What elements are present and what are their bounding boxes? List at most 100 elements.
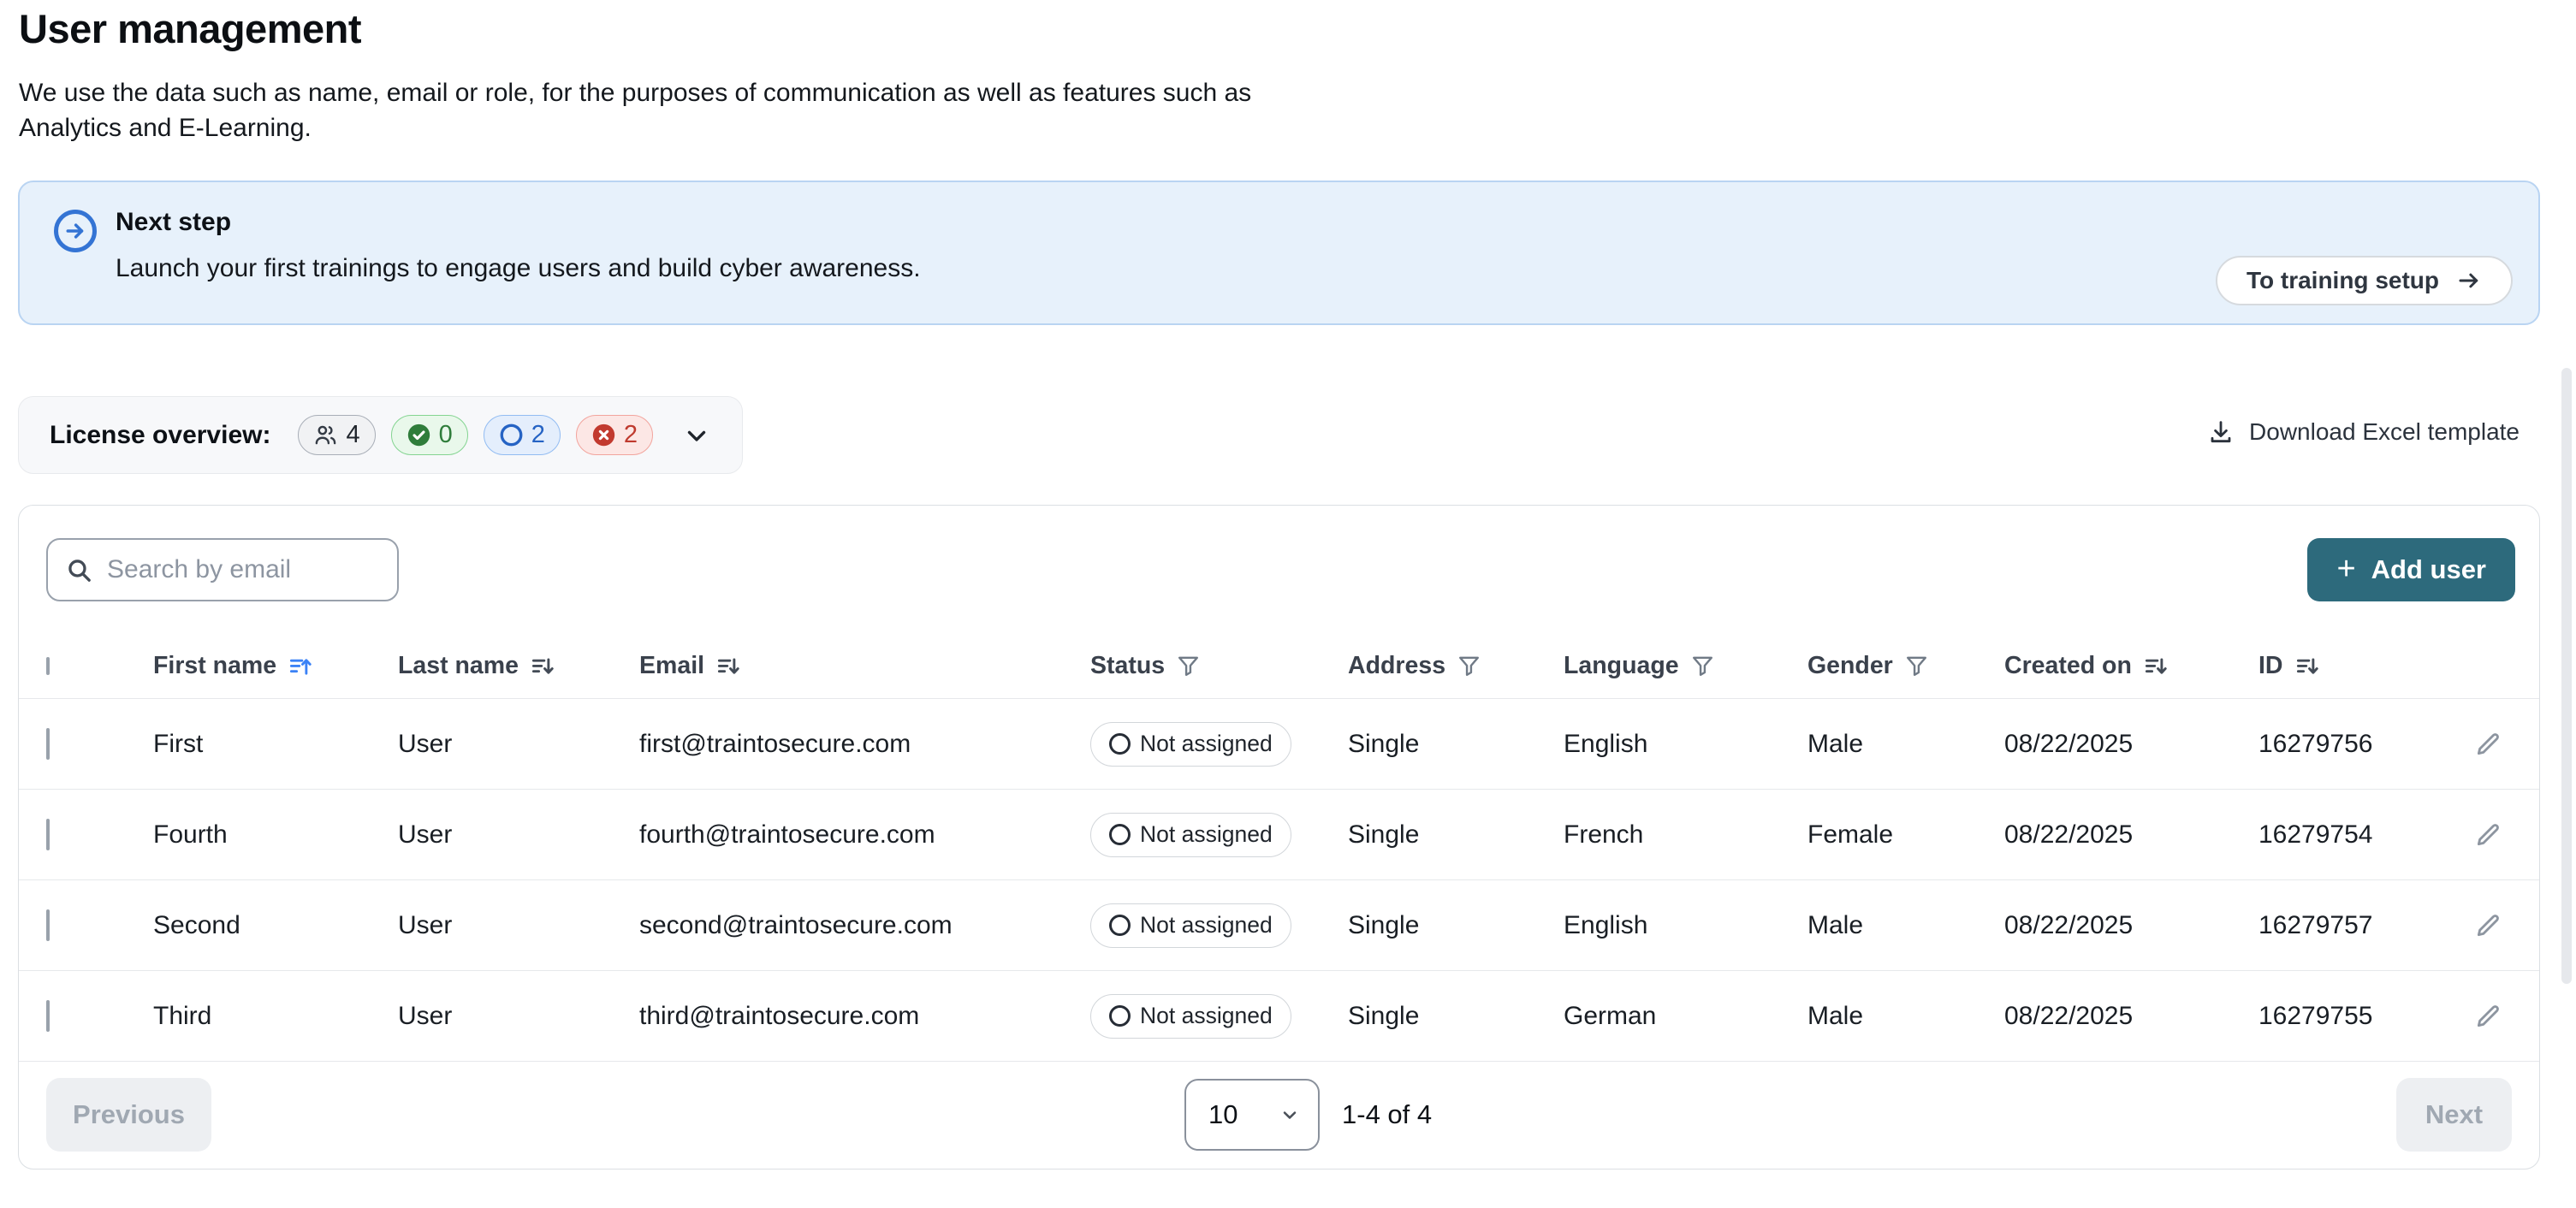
status-badge: Not assigned	[1090, 813, 1291, 857]
check-circle-icon	[407, 423, 431, 447]
cell-first-name: First	[123, 730, 368, 759]
column-header-last-name[interactable]: Last name	[368, 652, 609, 680]
license-overview-label: License overview:	[50, 421, 270, 450]
page-subtitle: We use the data such as name, email or r…	[19, 75, 1251, 145]
previous-page-button[interactable]: Previous	[46, 1078, 211, 1152]
select-all-checkbox[interactable]	[46, 657, 50, 675]
cell-last-name: User	[368, 730, 609, 759]
cell-created-on: 08/22/2025	[1974, 820, 2229, 850]
chevron-down-icon	[1279, 1104, 1301, 1126]
cell-first-name: Third	[123, 1002, 368, 1031]
cell-email: first@traintosecure.com	[609, 730, 1060, 759]
circle-outline-icon	[1109, 1005, 1131, 1027]
circle-outline-icon	[1109, 824, 1131, 845]
cell-created-on: 08/22/2025	[1974, 730, 2229, 759]
cell-id: 16279754	[2229, 820, 2437, 850]
to-training-setup-button[interactable]: To training setup	[2216, 256, 2513, 305]
column-header-status[interactable]: Status	[1060, 652, 1318, 680]
cell-language: English	[1534, 911, 1778, 940]
edit-user-button[interactable]	[2468, 725, 2508, 764]
cell-gender: Male	[1778, 1002, 1974, 1031]
table-row: First User first@traintosecure.com Not a…	[19, 699, 2539, 790]
edit-user-button[interactable]	[2468, 815, 2508, 855]
column-header-address[interactable]: Address	[1318, 652, 1534, 680]
edit-user-button[interactable]	[2468, 997, 2508, 1036]
license-badge-total-count: 4	[346, 421, 359, 449]
sort-descending-icon	[2143, 654, 2169, 679]
table-header-row: First name Last name Email Status Addres…	[19, 634, 2539, 699]
license-badge-total: 4	[298, 415, 375, 455]
filter-icon	[1176, 654, 1201, 678]
cell-address: Single	[1318, 820, 1534, 850]
column-header-created-on[interactable]: Created on	[1974, 652, 2229, 680]
row-checkbox[interactable]	[46, 909, 50, 941]
page-subtitle-line1: We use the data such as name, email or r…	[19, 75, 1251, 110]
table-row: Fourth User fourth@traintosecure.com Not…	[19, 790, 2539, 880]
row-checkbox[interactable]	[46, 1000, 50, 1032]
pagination-bar: Previous 10 1-4 of 4 Next	[19, 1060, 2539, 1169]
next-step-title: Next step	[116, 208, 231, 237]
column-header-gender[interactable]: Gender	[1778, 652, 1974, 680]
column-header-first-name[interactable]: First name	[123, 652, 368, 680]
row-checkbox[interactable]	[46, 819, 50, 850]
filter-icon	[1457, 654, 1481, 678]
cell-first-name: Fourth	[123, 820, 368, 850]
column-header-language[interactable]: Language	[1534, 652, 1778, 680]
users-table: First name Last name Email Status Addres…	[19, 634, 2539, 1062]
cell-created-on: 08/22/2025	[1974, 1002, 2229, 1031]
page-size-select[interactable]: 10	[1184, 1079, 1320, 1151]
next-step-description: Launch your first trainings to engage us…	[116, 254, 921, 283]
license-expand-button[interactable]	[682, 421, 711, 450]
row-checkbox[interactable]	[46, 728, 50, 760]
add-user-label: Add user	[2371, 554, 2486, 585]
arrow-right-icon	[2456, 268, 2482, 293]
cell-email: second@traintosecure.com	[609, 911, 1060, 940]
cell-address: Single	[1318, 911, 1534, 940]
search-icon	[65, 556, 93, 584]
cell-email: fourth@traintosecure.com	[609, 820, 1060, 850]
sort-descending-icon	[2294, 654, 2320, 679]
column-header-email[interactable]: Email	[609, 652, 1060, 680]
next-page-button[interactable]: Next	[2396, 1078, 2512, 1152]
edit-user-button[interactable]	[2468, 906, 2508, 945]
download-excel-template-button[interactable]: Download Excel template	[2207, 418, 2520, 446]
license-badge-completed-count: 0	[439, 421, 453, 449]
sort-descending-icon	[530, 654, 555, 679]
cell-language: German	[1534, 1002, 1778, 1031]
license-badge-in-progress: 2	[484, 415, 561, 455]
cell-address: Single	[1318, 1002, 1534, 1031]
cell-language: French	[1534, 820, 1778, 850]
download-excel-template-label: Download Excel template	[2249, 418, 2520, 446]
status-badge: Not assigned	[1090, 722, 1291, 767]
cell-last-name: User	[368, 820, 609, 850]
sort-ascending-icon	[288, 654, 313, 679]
pencil-icon	[2473, 1002, 2502, 1031]
column-header-id[interactable]: ID	[2229, 652, 2437, 680]
cell-gender: Male	[1778, 911, 1974, 940]
cell-id: 16279755	[2229, 1002, 2437, 1031]
cell-language: English	[1534, 730, 1778, 759]
cell-id: 16279756	[2229, 730, 2437, 759]
license-badge-completed: 0	[391, 415, 468, 455]
page-title: User management	[19, 5, 1251, 52]
arrow-right-circle-icon	[54, 210, 97, 252]
add-user-button[interactable]: + Add user	[2307, 538, 2515, 601]
cell-gender: Male	[1778, 730, 1974, 759]
page-subtitle-line2: Analytics and E-Learning.	[19, 110, 1251, 145]
table-row: Third User third@traintosecure.com Not a…	[19, 971, 2539, 1062]
cell-email: third@traintosecure.com	[609, 1002, 1060, 1031]
license-overview-bar: License overview: 4 0 2 2	[18, 396, 743, 474]
to-training-setup-label: To training setup	[2247, 267, 2439, 294]
page-scrollbar[interactable]	[2561, 368, 2572, 984]
cell-first-name: Second	[123, 911, 368, 940]
download-icon	[2207, 418, 2235, 446]
cell-last-name: User	[368, 1002, 609, 1031]
pencil-icon	[2473, 820, 2502, 850]
plus-icon: +	[2336, 553, 2355, 585]
cell-id: 16279757	[2229, 911, 2437, 940]
chevron-down-icon	[682, 421, 711, 450]
pencil-icon	[2473, 730, 2502, 759]
cell-last-name: User	[368, 911, 609, 940]
users-table-card: + Add user First name Last name Email	[18, 505, 2540, 1170]
search-input[interactable]	[107, 555, 380, 584]
